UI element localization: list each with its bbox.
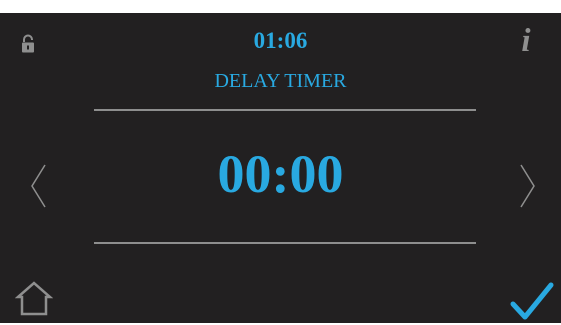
current-time: 01:06 bbox=[253, 28, 308, 53]
device-screen: 01:06 i DELAY TIMER 00:00 bbox=[0, 0, 561, 323]
checkmark-icon[interactable] bbox=[510, 282, 554, 320]
display-panel: 01:06 i DELAY TIMER 00:00 bbox=[0, 13, 561, 323]
divider-bottom bbox=[94, 242, 476, 244]
divider-top bbox=[94, 109, 476, 111]
page-title: DELAY TIMER bbox=[214, 70, 347, 92]
chevron-right-icon[interactable] bbox=[518, 163, 538, 209]
info-icon[interactable]: i bbox=[508, 24, 544, 58]
home-icon[interactable] bbox=[14, 280, 54, 316]
timer-value[interactable]: 00:00 bbox=[0, 143, 561, 205]
